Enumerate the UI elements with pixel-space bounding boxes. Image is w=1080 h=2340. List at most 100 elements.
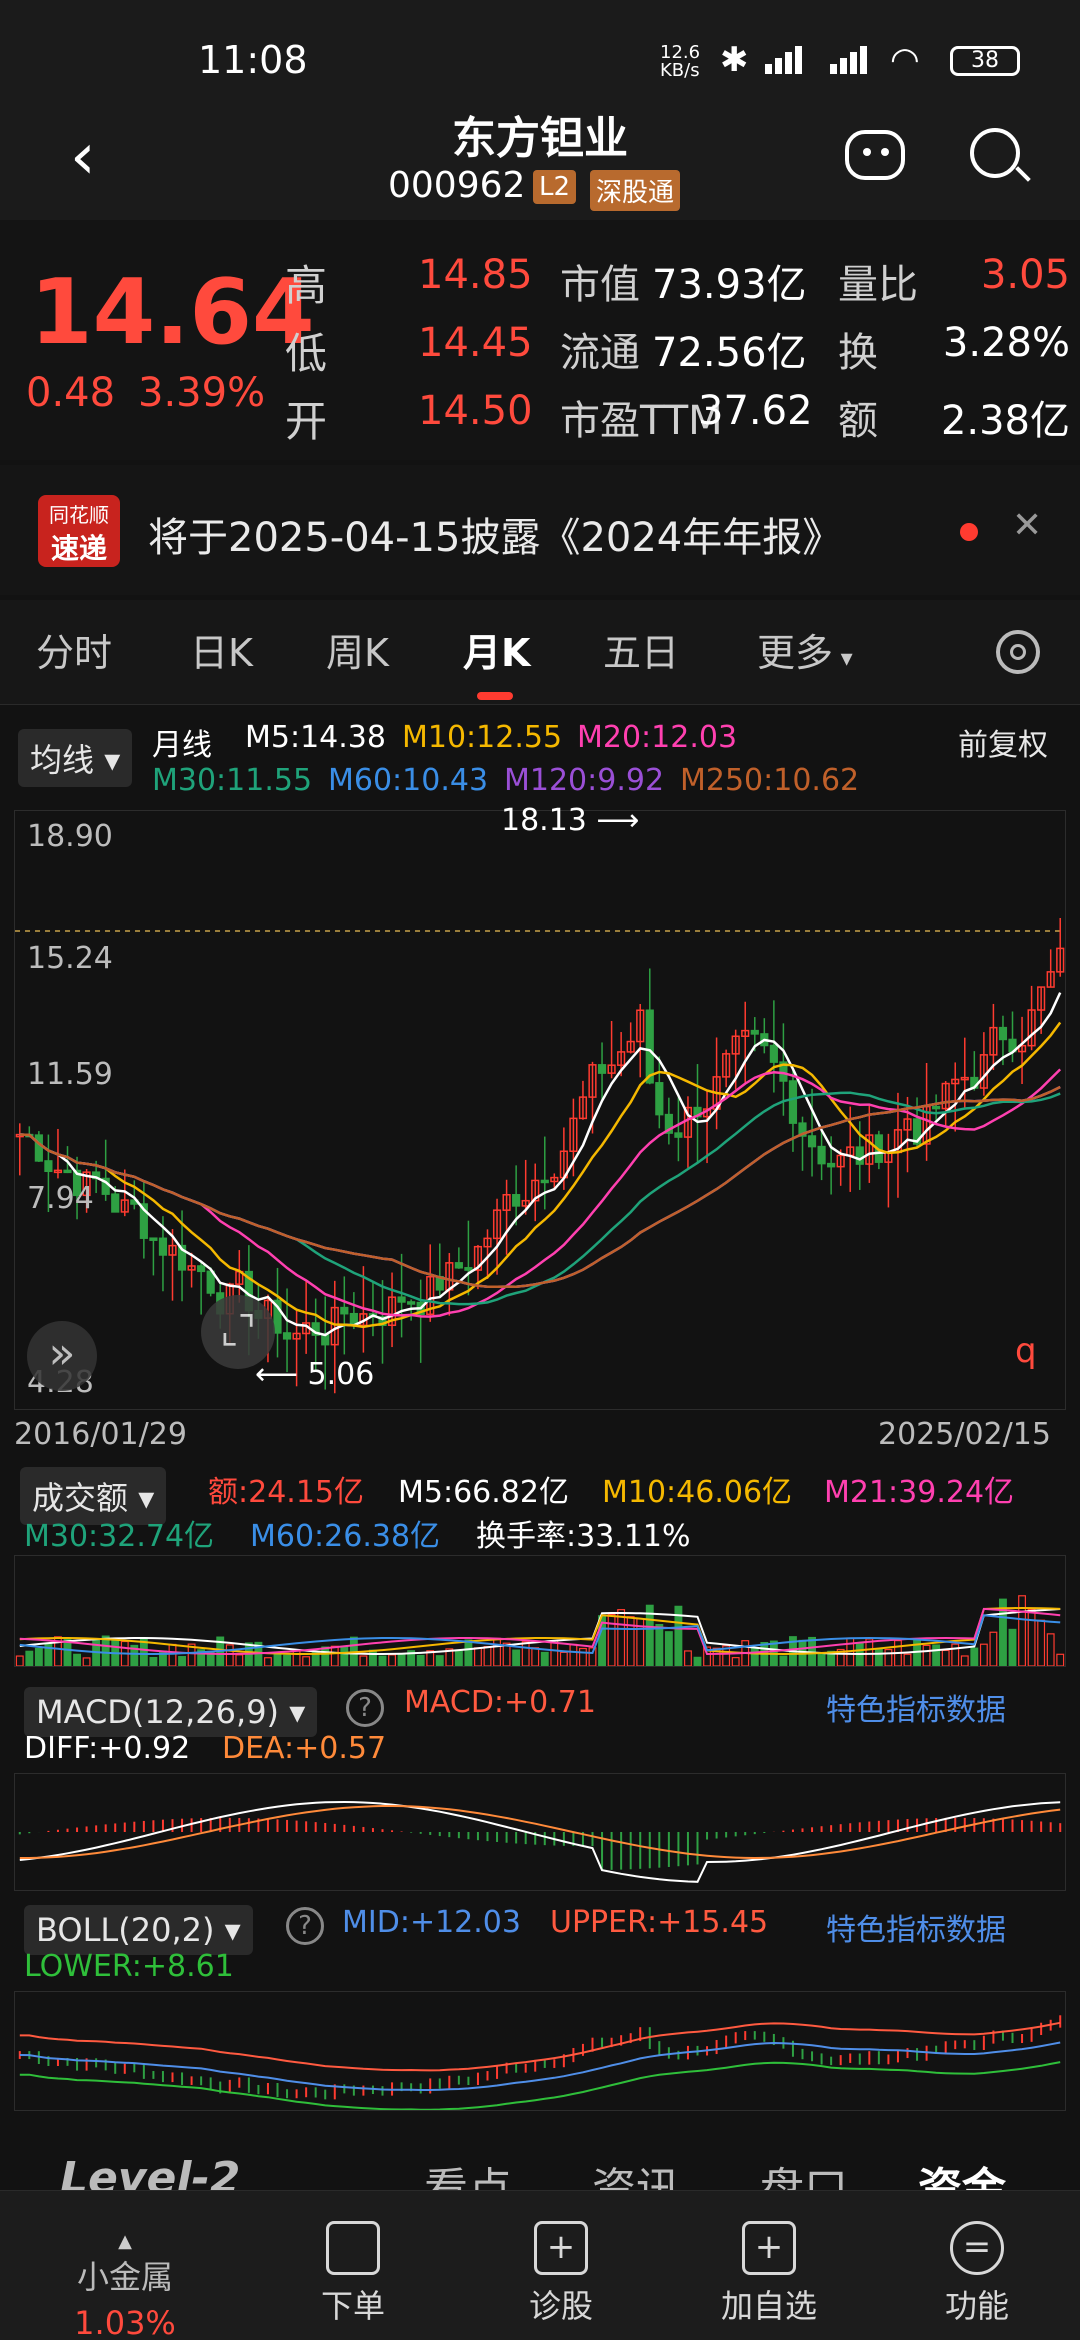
mcap-label: 市值 (560, 262, 640, 308)
candle-body (44, 1160, 53, 1173)
candle-body (540, 1179, 549, 1184)
volume-bar (273, 1652, 282, 1667)
boll-select[interactable]: BOLL(20,2) ▾ (24, 1905, 253, 1955)
subtab-orderbook[interactable]: 盘口 (760, 2153, 848, 2190)
volume-bar (464, 1639, 473, 1667)
search-icon[interactable] (970, 128, 1031, 182)
volume-bar (178, 1656, 186, 1667)
candle-body (597, 1064, 607, 1074)
volume-bar (664, 1631, 673, 1667)
tab-daily[interactable]: 日K (190, 622, 253, 677)
boll-mid: MID:+12.03 (342, 1905, 521, 1940)
volume-bar (1046, 1633, 1055, 1667)
tab-intraday[interactable]: 分时 (36, 622, 112, 677)
volume-turnover: 换手率:33.11% (476, 1519, 691, 1554)
tab-monthly[interactable]: 月K (463, 622, 530, 677)
volume-bar (932, 1644, 941, 1667)
signal-q-icon[interactable]: q (1015, 1331, 1037, 1371)
nav-order[interactable]: 下单 (278, 2221, 428, 2327)
fullscreen-icon[interactable]: ⌞⌝ (201, 1295, 275, 1369)
settings-gear-icon[interactable] (996, 630, 1040, 674)
candle-body (769, 1044, 778, 1063)
volume-bar (903, 1653, 912, 1667)
volume-bar (283, 1654, 291, 1667)
volume-bar (922, 1644, 931, 1667)
ma60-value: M60:10.43 (328, 763, 489, 798)
ma10-value: M10:12.55 (402, 720, 563, 755)
tab-five-day[interactable]: 五日 (603, 622, 679, 677)
boll-feature-link[interactable]: 特色指标数据 (826, 1905, 1006, 1949)
boll-plot[interactable] (14, 1991, 1066, 2111)
nav-diagnose[interactable]: + 诊股 (486, 2221, 636, 2327)
macd-plot[interactable] (14, 1773, 1066, 1891)
candle-body (340, 1306, 349, 1315)
tab-weekly[interactable]: 周K (326, 622, 389, 677)
turnover-label: 换 (838, 330, 878, 376)
sector-info[interactable]: ▲ 小金属 1.03% (40, 2231, 210, 2340)
volume-plot[interactable] (14, 1555, 1066, 1667)
volume-bar (435, 1655, 444, 1667)
sector-pct: 1.03% (74, 2304, 176, 2340)
volume-m60: M60:26.38亿 (250, 1519, 441, 1554)
turnover-value: 3.28% (942, 320, 1070, 366)
amount-value: 2.38亿 (940, 398, 1070, 444)
chart-area: 均线 ▾ 月线 M5:14.38 M10:12.55 M20:12.03 前复权… (0, 705, 1080, 2125)
sector-name: 小金属 (76, 2258, 173, 2296)
nav-add-watchlist[interactable]: + 加自选 (694, 2221, 844, 2327)
adjust-mode[interactable]: 前复权 (958, 720, 1048, 764)
nav-function[interactable]: = 功能 (902, 2221, 1052, 2327)
volume-bar (34, 1647, 43, 1667)
unread-dot (960, 523, 978, 541)
bluetooth-icon: ✱ (720, 40, 749, 80)
axis-mid3-label: 7.94 (27, 1181, 94, 1216)
macd-select[interactable]: MACD(12,26,9) ▾ (24, 1687, 318, 1737)
volume-bar (378, 1655, 387, 1667)
expand-arrows-icon[interactable]: » (27, 1321, 97, 1391)
macd-diff-line (19, 1800, 1061, 1883)
candle-body (397, 1296, 406, 1303)
notice-banner[interactable]: 同花顺 速递 将于2025-04-15披露《2024年年报》 ✕ (0, 465, 1080, 595)
high-value: 14.85 (418, 252, 533, 298)
volume-bar (235, 1654, 244, 1667)
period-label: 月线 (152, 728, 212, 763)
volume-bar (960, 1655, 969, 1667)
volume-bar (626, 1616, 635, 1667)
macd-dea: DEA:+0.57 (222, 1731, 387, 1766)
subtab-level2[interactable]: Level-2 (60, 2153, 240, 2190)
high-label: 高 (285, 261, 328, 310)
robot-icon[interactable] (845, 130, 905, 180)
candle-body (512, 1194, 521, 1207)
volume-m30: M30:32.74亿 (24, 1519, 215, 1554)
axis-mid2-label: 11.59 (27, 1057, 113, 1092)
date-start: 2016/01/29 (14, 1417, 187, 1452)
candle-body (827, 1162, 836, 1168)
status-bar: 11:08 12.6 KB/s ✱ ◠ 38 (0, 0, 1080, 100)
ma-select[interactable]: 均线 ▾ (18, 729, 133, 787)
candle-body (158, 1237, 168, 1256)
subtab-capital[interactable]: 资金 (918, 2153, 1006, 2190)
stock-name: 东方钽业 (452, 113, 628, 164)
volume-bar (655, 1624, 664, 1667)
order-icon (326, 2221, 380, 2275)
kline-plot[interactable]: 18.90 15.24 11.59 7.94 4.28 18.13 ⟶ ⟵ 5.… (14, 803, 1066, 1410)
help-icon-2[interactable]: ? (286, 1907, 324, 1945)
wifi-icon: ◠ (890, 40, 920, 80)
current-price: 14.64 (30, 260, 315, 365)
help-icon[interactable]: ? (346, 1689, 384, 1727)
tab-more[interactable]: 更多 ▾ (757, 622, 853, 677)
max-price-label: 18.13 ⟶ (501, 803, 640, 838)
volume-bar (25, 1650, 34, 1667)
volume-bar (369, 1649, 377, 1667)
macd-feature-link[interactable]: 特色指标数据 (826, 1685, 1006, 1729)
volume-bar (359, 1655, 368, 1667)
title-bar: ‹ 东方钽业 000962 L2 深股通 (0, 100, 1080, 220)
volume-bar (979, 1643, 988, 1667)
volume-bar (1008, 1628, 1017, 1667)
volume-bar (874, 1648, 883, 1667)
ma120-value: M120:9.92 (504, 763, 665, 798)
subtab-highlights[interactable]: 看点 (424, 2153, 512, 2190)
candle-body (63, 1169, 72, 1174)
close-icon[interactable]: ✕ (1012, 505, 1042, 546)
subtab-news[interactable]: 资讯 (592, 2153, 680, 2190)
candle-body (321, 1334, 330, 1346)
